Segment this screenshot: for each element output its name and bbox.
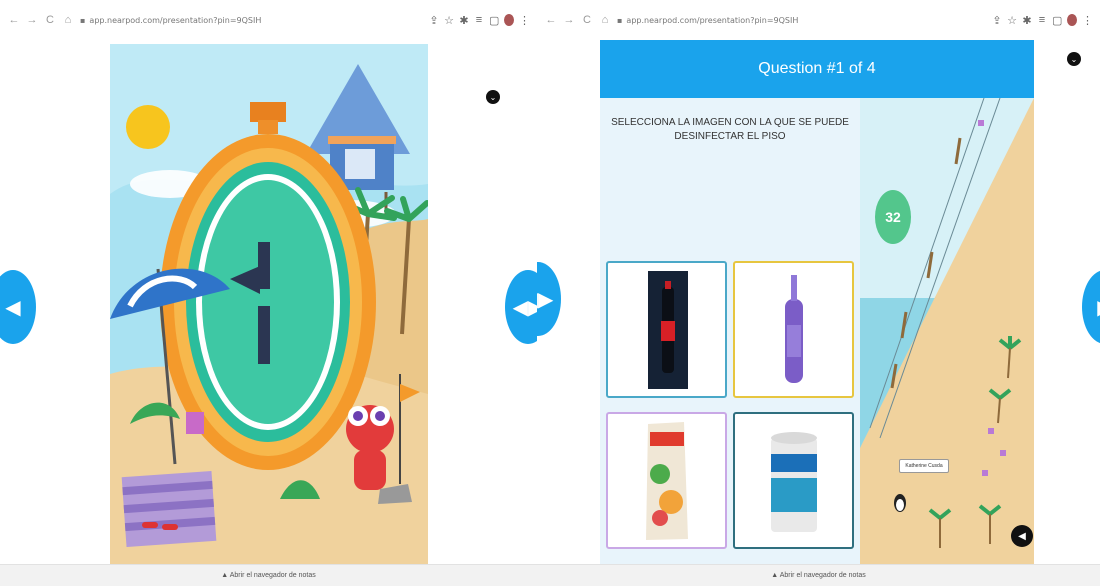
toolbar-icons: ⇪ ☆ ✱ ≡ ▢ ⋮	[429, 14, 530, 27]
notes-navigator-bar[interactable]: ▲ Abrir el navegador de notas	[0, 564, 537, 586]
purple-spray-bottle-image	[785, 275, 803, 383]
notes-navigator-bar[interactable]: ▲ Abrir el navegador de notas	[537, 564, 1100, 586]
forward-icon[interactable]: →	[563, 14, 575, 26]
window-icon[interactable]: ▢	[1052, 14, 1062, 27]
window-icon[interactable]: ▢	[489, 14, 499, 27]
race-track-view	[860, 98, 1034, 566]
address-bar[interactable]: ▪ app.nearpod.com/presentation?pin=9QSIH	[617, 16, 986, 25]
chevron-down-icon[interactable]: ⌄	[486, 90, 500, 104]
share-icon[interactable]: ⇪	[992, 14, 1002, 27]
list-icon[interactable]: ≡	[474, 14, 484, 26]
soda-bottle-image	[648, 271, 688, 389]
profile-avatar[interactable]	[504, 14, 514, 26]
left-browser-window: ← → C ⌂ ▪ app.nearpod.com/presentation?p…	[0, 0, 537, 586]
share-icon[interactable]: ⇪	[429, 14, 439, 27]
player-name-tag: Katherine Cusda	[899, 459, 949, 473]
list-icon[interactable]: ≡	[1037, 14, 1047, 26]
menu-icon[interactable]: ⋮	[519, 14, 530, 27]
question-timer-badge: 32	[875, 190, 911, 244]
address-bar[interactable]: ▪ app.nearpod.com/presentation?pin=9QSIH	[80, 16, 423, 25]
browser-toolbar: ← → C ⌂ ▪ app.nearpod.com/presentation?p…	[537, 0, 1100, 40]
back-icon[interactable]: ←	[8, 14, 20, 26]
extension-icon[interactable]: ✱	[459, 14, 469, 27]
lock-icon: ▪	[617, 15, 623, 25]
extension-icon[interactable]: ✱	[1022, 14, 1032, 27]
option-purple-bottle[interactable]	[733, 261, 854, 398]
sound-toggle-button[interactable]: ◀	[1011, 525, 1033, 547]
right-browser-window: ← → C ⌂ ▪ app.nearpod.com/presentation?p…	[537, 0, 1100, 586]
next-slide-button[interactable]: ▶	[1082, 270, 1100, 344]
beach-timer-svg	[110, 44, 428, 566]
browser-toolbar: ← → C ⌂ ▪ app.nearpod.com/presentation?p…	[0, 0, 537, 40]
paint-can-image	[771, 432, 817, 532]
menu-icon[interactable]: ⋮	[1082, 14, 1093, 27]
star-icon[interactable]: ☆	[1007, 14, 1017, 27]
notes-navigator-link[interactable]: ▲ Abrir el navegador de notas	[221, 572, 316, 579]
next-slide-button[interactable]: ◀▶	[505, 270, 537, 344]
option-juice-carton[interactable]	[606, 412, 727, 549]
star-icon[interactable]: ☆	[444, 14, 454, 27]
profile-avatar[interactable]	[1067, 14, 1077, 26]
juice-carton-image	[646, 422, 688, 540]
chevron-down-icon[interactable]: ⌄	[1067, 52, 1081, 66]
question-text: SELECCIONA LA IMAGEN CON LA QUE SE PUEDE…	[611, 117, 849, 142]
address-text: app.nearpod.com/presentation?pin=9QSIH	[626, 15, 799, 25]
back-icon[interactable]: ←	[545, 14, 557, 26]
previous-slide-button[interactable]: ◀▶	[537, 262, 561, 336]
forward-icon[interactable]: →	[26, 14, 38, 26]
home-icon[interactable]: ⌂	[599, 14, 611, 26]
reload-icon[interactable]: C	[44, 14, 56, 26]
lock-icon: ▪	[80, 15, 86, 25]
option-paint-can[interactable]	[733, 412, 854, 549]
reload-icon[interactable]: C	[581, 14, 593, 26]
toolbar-icons: ⇪ ☆ ✱ ≡ ▢ ⋮	[992, 14, 1093, 27]
race-track-svg	[860, 98, 1034, 566]
timer-scene-illustration	[110, 44, 428, 566]
previous-slide-button[interactable]: ◀	[0, 270, 36, 344]
notes-navigator-link[interactable]: ▲ Abrir el navegador de notas	[771, 572, 866, 579]
home-icon[interactable]: ⌂	[62, 14, 74, 26]
quiz-header: Question #1 of 4	[600, 40, 1034, 98]
option-coca-cola[interactable]	[606, 261, 727, 398]
address-text: app.nearpod.com/presentation?pin=9QSIH	[89, 15, 262, 25]
